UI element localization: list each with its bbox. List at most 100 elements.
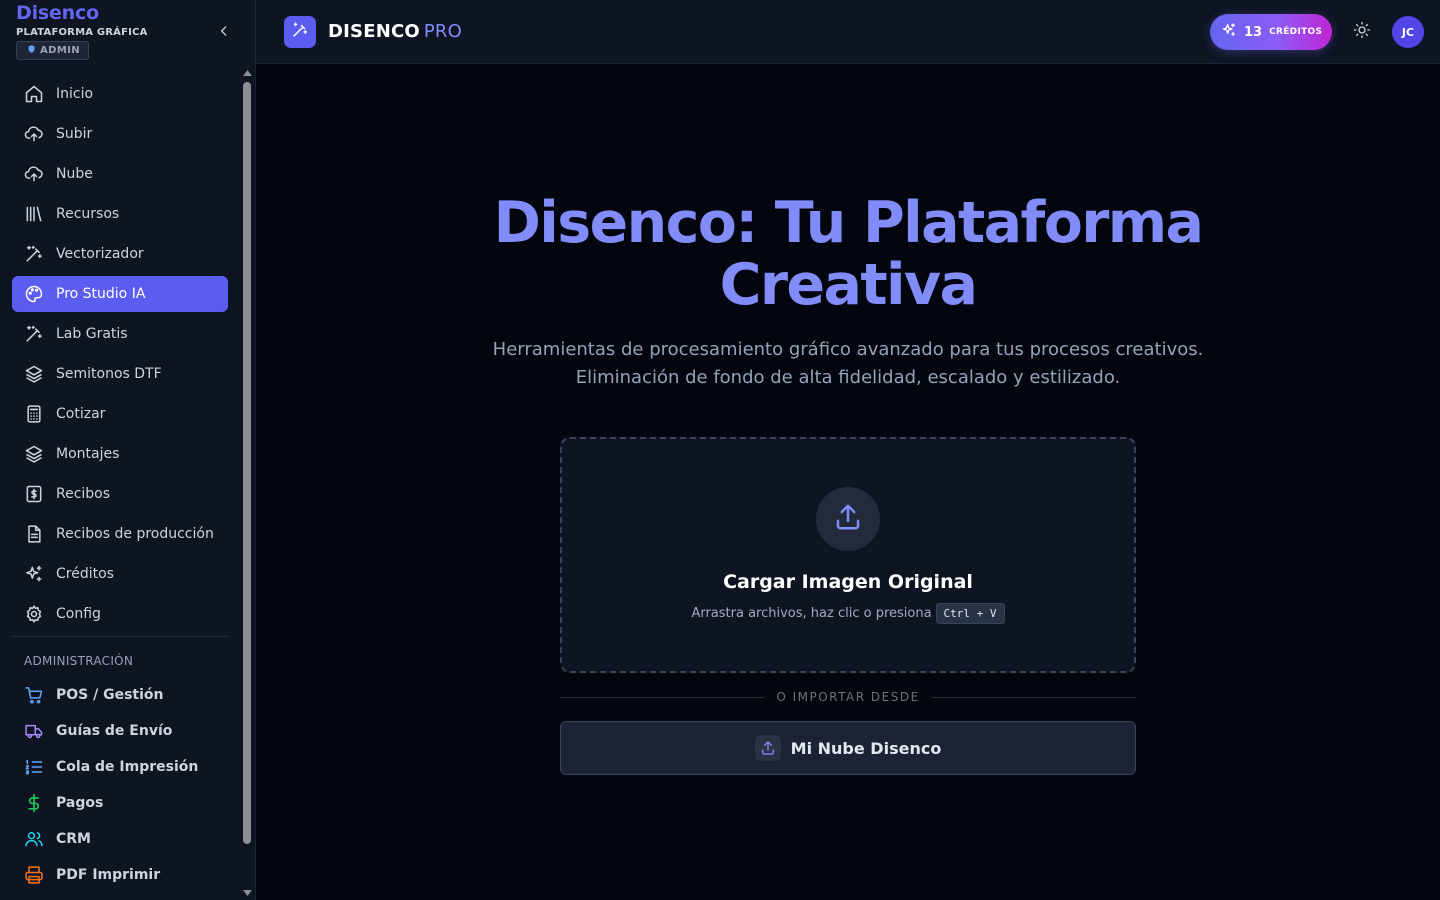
- brand-block: Disenco PLATAFORMA GRÁFICA ADMIN: [16, 2, 148, 60]
- cloud-upload-icon: [24, 164, 44, 184]
- sidebar-item-creditos[interactable]: Créditos: [12, 556, 228, 592]
- sidebar-item-subir[interactable]: Subir: [12, 116, 228, 152]
- sidebar-item-config[interactable]: Config: [12, 596, 228, 632]
- users-icon: [24, 829, 44, 849]
- app-title: DISENCO PRO: [328, 21, 462, 42]
- brand-name[interactable]: Disenco: [16, 2, 148, 24]
- magic-wand-icon: [24, 244, 44, 264]
- sidebar-item-recursos[interactable]: Recursos: [12, 196, 228, 232]
- upload-dropzone[interactable]: Cargar Imagen Original Arrastra archivos…: [560, 437, 1136, 673]
- sidebar-item-label: Recursos: [56, 206, 120, 222]
- truck-icon: [24, 721, 44, 741]
- gear-icon: [24, 604, 44, 624]
- sun-icon: [1353, 21, 1371, 43]
- upload-icon-circle: [816, 487, 880, 551]
- sidebar-item-crm[interactable]: CRM: [12, 821, 228, 857]
- theme-toggle-button[interactable]: [1350, 20, 1374, 44]
- printer-icon: [24, 865, 44, 885]
- sidebar-item-label: Config: [56, 606, 101, 622]
- collapse-sidebar-button[interactable]: [214, 22, 234, 42]
- file-text-icon: [24, 524, 44, 544]
- sidebar-scrollbar[interactable]: [240, 64, 255, 900]
- sidebar-item-label: Créditos: [56, 566, 114, 582]
- sidebar-item-label: Cola de Impresión: [56, 759, 199, 775]
- sidebar-item-cola-impresion[interactable]: Cola de Impresión: [12, 749, 228, 785]
- chevron-left-icon: [217, 23, 231, 42]
- sidebar-item-label: Recibos: [56, 486, 111, 502]
- sidebar-item-label: POS / Gestión: [56, 687, 164, 703]
- magic-wand-icon: [24, 324, 44, 344]
- paste-shortcut-kbd: Ctrl + V: [935, 603, 1005, 624]
- list-ordered-icon: [24, 757, 44, 777]
- sidebar-item-recibos-produccion[interactable]: Recibos de producción: [12, 516, 228, 552]
- sidebar-item-label: Cotizar: [56, 406, 106, 422]
- import-divider-text: O IMPORTAR DESDE: [776, 690, 920, 704]
- magic-wand-icon: [291, 21, 309, 43]
- divider-line-left: [560, 696, 765, 698]
- sidebar-item-cotizar[interactable]: Cotizar: [12, 396, 228, 432]
- sparkles-icon: [24, 564, 44, 584]
- subtitle-line-1: Herramientas de procesamiento gráfico av…: [492, 339, 1204, 360]
- sidebar: Disenco PLATAFORMA GRÁFICA ADMIN Inicio …: [0, 0, 256, 900]
- sidebar-item-label: PDF Imprimir: [56, 867, 161, 883]
- sidebar-item-vectorizador[interactable]: Vectorizador: [12, 236, 228, 272]
- main-nav: Inicio Subir Nube Recursos Vectorizador …: [12, 76, 228, 636]
- credits-button[interactable]: 13 CRÉDITOS: [1210, 14, 1332, 50]
- sidebar-item-label: Vectorizador: [56, 246, 144, 262]
- sidebar-item-semitonos-dtf[interactable]: Semitonos DTF: [12, 356, 228, 392]
- sidebar-item-label: CRM: [56, 831, 91, 847]
- top-bar: DISENCO PRO 13 CRÉDITOS JC: [256, 0, 1440, 64]
- home-icon: [24, 84, 44, 104]
- import-divider: O IMPORTAR DESDE: [560, 688, 1137, 706]
- page-subtitle: Herramientas de procesamiento gráfico av…: [460, 336, 1236, 392]
- avatar[interactable]: JC: [1392, 16, 1424, 48]
- library-icon: [24, 204, 44, 224]
- subtitle-line-2: Eliminación de fondo de alta fidelidad, …: [575, 367, 1121, 388]
- dollar-icon: [24, 793, 44, 813]
- app-logo[interactable]: [284, 16, 316, 48]
- sidebar-item-lab-gratis[interactable]: Lab Gratis: [12, 316, 228, 352]
- upload-title: Cargar Imagen Original: [723, 571, 973, 593]
- sidebar-divider: [12, 636, 228, 637]
- sidebar-item-label: Montajes: [56, 446, 120, 462]
- calculator-icon: [24, 404, 44, 424]
- page-title: Disenco: Tu Plataforma Creativa: [493, 190, 1204, 318]
- layers-icon: [24, 364, 44, 384]
- admin-nav: POS / Gestión Guías de Envío Cola de Imp…: [12, 677, 228, 893]
- cloud-upload-icon: [24, 124, 44, 144]
- sidebar-item-label: Semitonos DTF: [56, 366, 162, 382]
- sidebar-item-pro-studio-ia[interactable]: Pro Studio IA: [12, 276, 228, 312]
- sidebar-item-label: Nube: [56, 166, 93, 182]
- sidebar-item-montajes[interactable]: Montajes: [12, 436, 228, 472]
- sidebar-item-inicio[interactable]: Inicio: [12, 76, 228, 112]
- sidebar-item-label: Pro Studio IA: [56, 286, 146, 302]
- receipt-dollar-icon: [24, 484, 44, 504]
- sidebar-item-label: Pagos: [56, 795, 104, 811]
- cloud-import-label: Mi Nube Disenco: [790, 738, 942, 758]
- scroll-up-arrow-icon[interactable]: [242, 68, 253, 78]
- scroll-down-arrow-icon[interactable]: [242, 888, 253, 898]
- cloud-import-button[interactable]: Mi Nube Disenco: [560, 721, 1136, 775]
- scrollbar-thumb[interactable]: [243, 82, 251, 844]
- admin-section-label: ADMINISTRACIÓN: [24, 654, 134, 668]
- shopping-cart-icon: [24, 685, 44, 705]
- sidebar-item-pos-gestion[interactable]: POS / Gestión: [12, 677, 228, 713]
- sidebar-item-pagos[interactable]: Pagos: [12, 785, 228, 821]
- sidebar-item-pdf-imprimir[interactable]: PDF Imprimir: [12, 857, 228, 893]
- upload-hint-text: Arrastra archivos, haz clic o presiona: [691, 606, 932, 621]
- upload-hint: Arrastra archivos, haz clic o presiona C…: [562, 603, 1134, 624]
- credits-label: CRÉDITOS: [1269, 27, 1323, 37]
- sidebar-item-recibos[interactable]: Recibos: [12, 476, 228, 512]
- app-suffix: PRO: [423, 21, 463, 42]
- sidebar-item-label: Guías de Envío: [56, 723, 173, 739]
- sidebar-item-label: Lab Gratis: [56, 326, 128, 342]
- sparkles-icon: [1221, 22, 1237, 42]
- shield-icon: [27, 44, 36, 57]
- sidebar-item-nube[interactable]: Nube: [12, 156, 228, 192]
- palette-icon: [24, 284, 44, 304]
- upload-icon: [833, 502, 863, 536]
- layers-icon: [24, 444, 44, 464]
- app-name: DISENCO: [328, 21, 420, 42]
- brand-subtitle: PLATAFORMA GRÁFICA: [16, 27, 148, 38]
- sidebar-item-guias-envio[interactable]: Guías de Envío: [12, 713, 228, 749]
